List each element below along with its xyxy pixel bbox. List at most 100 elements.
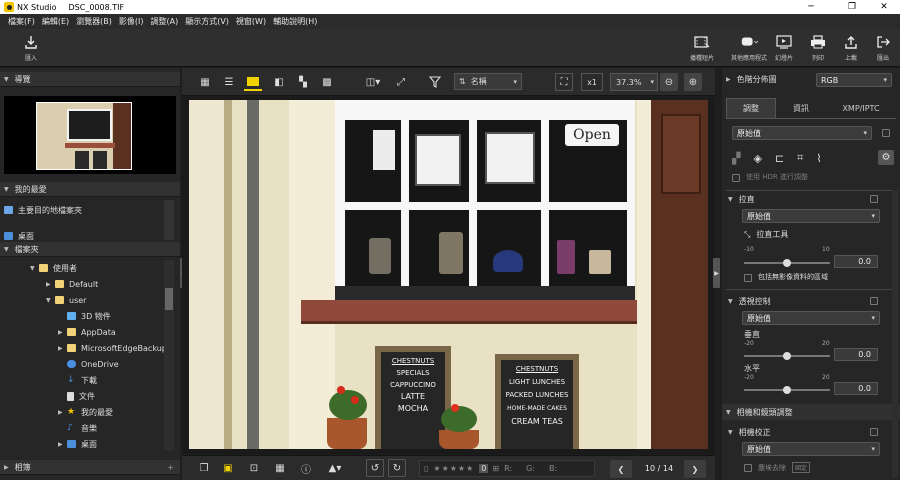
crop-icon[interactable]: ⌗ [797, 151, 803, 165]
edit-movie-button[interactable]: 播種短片 [690, 34, 714, 62]
horizontal-number[interactable]: 0.0 [834, 382, 878, 395]
retouch-brush-icon[interactable]: ▞ [732, 152, 740, 165]
straighten-icon[interactable]: ⊏ [775, 152, 784, 165]
print-button[interactable]: 列印 [809, 34, 827, 62]
tab-adjust[interactable]: 調整 [726, 98, 776, 118]
menu-edit[interactable]: 編輯(E) [42, 16, 69, 27]
grid-overlay-icon[interactable]: ▦ [272, 459, 288, 477]
image-viewer[interactable]: Open CHESTNUTS SPECIALS CAPPUCCINO LATTE… [182, 97, 715, 454]
favorite-item-destination[interactable]: 主要目的地檔案夾 [4, 202, 82, 218]
tag-icon[interactable]: ◈ [753, 152, 761, 165]
folders-header[interactable]: ▼ 檔案夾 [0, 242, 180, 257]
main-photo[interactable]: Open CHESTNUTS SPECIALS CAPPUCCINO LATTE… [189, 100, 708, 449]
info-icon[interactable]: ⓘ [298, 459, 314, 477]
straighten-header[interactable]: ▼ 拉直 [728, 194, 755, 205]
zoom-in-button[interactable]: ⊕ [684, 73, 702, 91]
perspective-header[interactable]: ▼ 透視控制 [728, 296, 771, 307]
other-apps-button[interactable]: 其他應用程式 [731, 34, 767, 62]
straighten-number[interactable]: 0.0 [834, 255, 878, 268]
slider-knob[interactable] [783, 352, 791, 360]
curve-icon[interactable]: ⌇ [816, 152, 821, 165]
menu-browser[interactable]: 瀏覽器(B) [76, 16, 112, 27]
tree-item-edge-backups[interactable]: ▶ MicrosoftEdgeBackups [58, 340, 171, 356]
tree-item-default[interactable]: ▶ Default [46, 276, 98, 292]
import-button[interactable]: 匯入 [22, 34, 40, 62]
zoom-1x-button[interactable]: x1 [581, 73, 603, 91]
layout-dropdown-icon[interactable]: ◫▾ [360, 73, 386, 91]
compare-view-icon[interactable]: ◧ [270, 73, 288, 91]
before-after-icon[interactable]: ⊡ [246, 459, 262, 477]
slider-knob[interactable] [783, 259, 791, 267]
album-header[interactable]: ▶ 相簿 + [0, 460, 180, 475]
previous-image-button[interactable]: ❮ [610, 460, 632, 478]
grid-view-icon[interactable]: ▦ [196, 73, 214, 91]
minimize-button[interactable]: ─ [797, 0, 825, 14]
label-number[interactable]: 0 [479, 464, 489, 473]
histogram-overlay-icon[interactable]: ▲▾ [322, 459, 348, 477]
tab-xmp[interactable]: XMP/IPTC [826, 98, 896, 118]
adjust-scrollbar[interactable] [892, 190, 898, 478]
tree-item-user[interactable]: ▼ user [46, 292, 86, 308]
straighten-dropdown[interactable]: 原始值 ▾ [742, 209, 880, 223]
zoom-out-button[interactable]: ⊖ [660, 73, 678, 91]
histogram-header[interactable]: ▶ 色階分佈圖 [726, 74, 777, 85]
list-view-icon[interactable]: ☰ [220, 73, 238, 91]
next-image-button[interactable]: ❯ [684, 460, 706, 478]
multi-view-icon[interactable]: ▚ [294, 73, 312, 91]
rotate-left-icon[interactable]: ↺ [366, 459, 384, 477]
folders-scrollbar[interactable] [164, 260, 174, 450]
include-blank-checkbox[interactable] [744, 274, 752, 282]
single-view-button[interactable] [244, 73, 262, 91]
horizontal-slider[interactable] [744, 386, 830, 394]
add-album-icon[interactable]: + [167, 463, 174, 472]
camera-correct-header[interactable]: ▼ 相機校正 [728, 427, 771, 438]
tree-item-favorites[interactable]: ▶ ★ 我的最愛 [58, 404, 113, 420]
perspective-dropdown[interactable]: 原始值 ▾ [742, 311, 880, 325]
fit-screen-icon[interactable]: ⤢ [392, 73, 410, 91]
tree-item-desktop[interactable]: ▶ 桌面 [58, 436, 97, 452]
menu-adjust[interactable]: 調整(A) [150, 16, 178, 27]
slider-knob[interactable] [783, 386, 791, 394]
export-button[interactable]: 匯出 [874, 34, 892, 62]
preset-dropdown[interactable]: 原始值 ▾ [732, 126, 872, 140]
menu-image[interactable]: 影像(I) [119, 16, 144, 27]
tree-item-onedrive[interactable]: OneDrive [58, 356, 119, 372]
close-button[interactable]: ✕ [870, 0, 898, 14]
filmstrip-view-icon[interactable]: ▩ [318, 73, 336, 91]
favorites-scrollbar[interactable] [164, 200, 174, 240]
sort-dropdown[interactable]: ⇅ 名稱 ▾ [454, 73, 522, 90]
straighten-slider[interactable] [744, 259, 830, 267]
menu-file[interactable]: 檔案(F) [8, 16, 35, 27]
label-icon[interactable]: ▣ [220, 459, 236, 477]
straighten-tool-button[interactable]: ⤡ 拉直工具 [744, 229, 788, 240]
protect-icon[interactable]: ▯ [424, 464, 428, 473]
filter-icon[interactable] [426, 73, 444, 91]
maximize-button[interactable]: ❐ [838, 0, 866, 14]
camera-correct-toggle[interactable] [870, 428, 878, 436]
tab-info[interactable]: 資訊 [776, 98, 826, 118]
menu-window[interactable]: 視窗(W) [236, 16, 266, 27]
hdr-checkbox[interactable] [732, 174, 740, 182]
tree-item-users[interactable]: ▼ 使用者 [30, 260, 77, 276]
perspective-toggle[interactable] [870, 297, 878, 305]
vertical-slider[interactable] [744, 352, 830, 360]
tree-item-3d-objects[interactable]: 3D 物件 [58, 308, 111, 324]
histogram-channel-dropdown[interactable]: RGB ▾ [816, 73, 892, 87]
settings-gear-icon[interactable]: ⚙ [878, 150, 894, 165]
straighten-toggle[interactable] [870, 195, 878, 203]
vertical-number[interactable]: 0.0 [834, 348, 878, 361]
rotate-right-icon[interactable]: ↻ [388, 459, 406, 477]
preset-toggle[interactable] [882, 129, 890, 137]
menu-view[interactable]: 顯示方式(V) [185, 16, 229, 27]
scrollbar-thumb[interactable] [165, 288, 173, 310]
tree-item-downloads[interactable]: ↓ 下載 [58, 372, 97, 388]
stack-icon[interactable]: ❐ [196, 459, 212, 477]
dust-removal-checkbox[interactable] [744, 464, 752, 472]
navigator-preview[interactable] [4, 96, 176, 174]
rating-stars[interactable]: ★★★★★ [433, 464, 474, 473]
tree-item-music[interactable]: ♪ 音樂 [58, 420, 97, 436]
slideshow-button[interactable]: 幻燈片 [775, 34, 793, 62]
tree-item-appdata[interactable]: ▶ AppData [58, 324, 116, 340]
camera-correct-dropdown[interactable]: 原始值 ▾ [742, 442, 880, 456]
navigator-header[interactable]: ▼ 導覽 [0, 72, 180, 87]
